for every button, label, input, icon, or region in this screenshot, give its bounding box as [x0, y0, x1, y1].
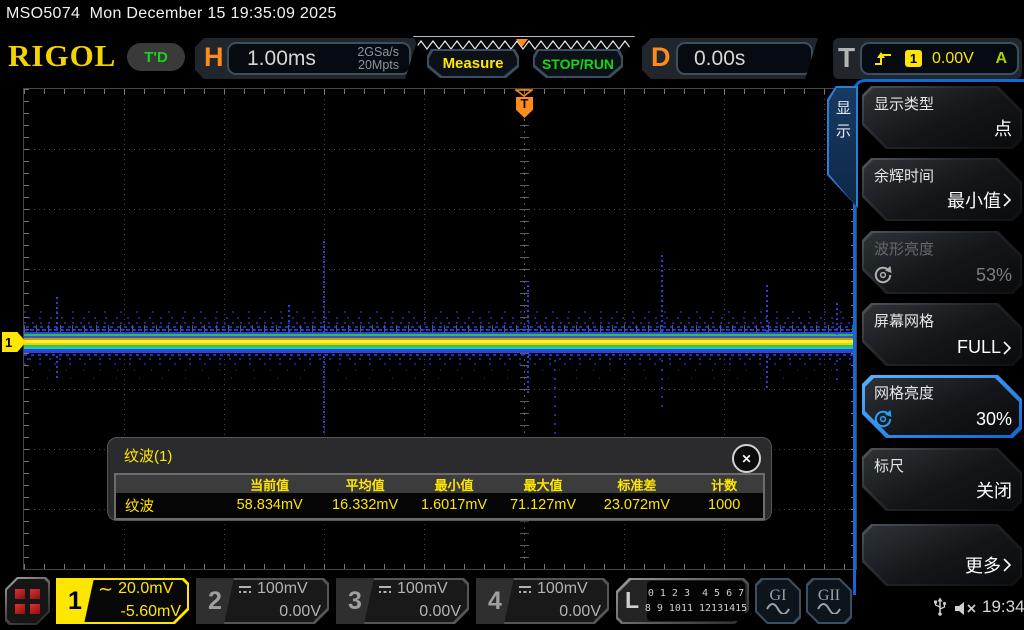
trigger-sweep-mode: A — [995, 50, 1007, 68]
close-icon[interactable]: ✕ — [732, 444, 761, 473]
measure-button[interactable]: Measure — [427, 49, 519, 78]
dc-coupling-icon — [238, 584, 252, 594]
edge-ticks — [24, 564, 856, 569]
menu-item-scale-ruler[interactable]: 标尺 关闭 — [862, 448, 1022, 511]
channel4-scale: 100mV — [537, 580, 588, 598]
clock: 19:34 — [982, 597, 1024, 617]
trigger-level-value: 0.00V — [932, 50, 974, 68]
delay-value: 0.00s — [694, 47, 745, 71]
menu-item-persistence-time[interactable]: 余辉时间 最小值 — [862, 158, 1022, 221]
quick-menu-button[interactable] — [5, 577, 50, 625]
dc-coupling-icon — [518, 584, 532, 594]
menu-item-grid-brightness[interactable]: 网格亮度 30% — [862, 375, 1022, 438]
sine-wave-icon — [766, 603, 790, 614]
trigger-label: T — [838, 42, 855, 74]
channel4-box[interactable]: 4 100mV 0.00V — [476, 578, 609, 624]
trigger-position-triangle-icon[interactable] — [515, 89, 533, 97]
gridline — [24, 389, 856, 390]
chevron-right-icon — [1002, 192, 1012, 208]
channel3-box[interactable]: 3 100mV 0.00V — [336, 578, 469, 624]
header-bar: RIGOL T'D H 1.00ms 2GSa/s 20Mpts Measure… — [0, 30, 1024, 82]
channel1-scale: 20.0mV — [118, 580, 173, 598]
delay-settings-box[interactable]: D 0.00s — [642, 38, 820, 79]
delay-label: D — [651, 42, 671, 73]
acquisition-rates: 2GSa/s 20Mpts — [357, 46, 399, 72]
channel3-scale: 100mV — [397, 580, 448, 598]
timebase-value: 1.00ms — [247, 47, 316, 71]
channel3-offset: 0.00V — [419, 603, 461, 621]
channel2-scale: 100mV — [257, 580, 308, 598]
trigger-status-badge: T'D — [127, 43, 185, 71]
menu-item-waveform-intensity[interactable]: 波形亮度 53% — [862, 231, 1022, 294]
model-and-datetime: MSO5074 Mon December 15 19:35:09 2025 — [6, 5, 337, 23]
menu-item-display-type[interactable]: 显示类型 点 — [862, 86, 1022, 149]
measurement-table: 当前值 平均值 最小值 最大值 标准差 计数 纹波 58.834mV 16.33… — [114, 473, 765, 520]
memory-depth: 20Mpts — [357, 59, 399, 72]
sine-wave-icon — [817, 603, 841, 614]
gridline — [24, 149, 856, 150]
menu-item-more[interactable]: 更多 — [862, 524, 1022, 586]
gridline — [24, 269, 856, 270]
horizontal-label: H — [204, 42, 224, 73]
chevron-right-icon — [1002, 340, 1012, 356]
logic-channels-box[interactable]: L 0 1 2 3 4 5 6 7 8 9 1011 12131415 — [616, 578, 749, 624]
speaker-muted-icon[interactable] — [954, 601, 978, 616]
trigger-box[interactable]: 1 0.00V A — [860, 42, 1019, 75]
oscilloscope-screen: MSO5074 Mon December 15 19:35:09 2025 RI… — [0, 0, 1024, 630]
chevron-right-icon — [1002, 557, 1012, 573]
logic-channel-list: 0 1 2 3 4 5 6 7 8 9 1011 12131415 — [647, 581, 745, 621]
edge-ticks — [24, 89, 856, 94]
stop-run-label: STOP/RUN — [535, 51, 621, 76]
stop-run-button[interactable]: STOP/RUN — [533, 49, 623, 78]
knob-rotate-icon — [873, 409, 893, 429]
channel4-offset: 0.00V — [559, 603, 601, 621]
measurement-table-row: 纹波 58.834mV 16.332mV 1.6017mV 71.127mV 2… — [116, 493, 763, 517]
measurement-popup: 纹波(1) ✕ 当前值 平均值 最小值 最大值 标准差 计数 纹波 58.834… — [107, 437, 772, 521]
popup-title: 纹波(1) — [124, 445, 172, 466]
grid-menu-icon — [7, 579, 48, 623]
measure-button-label: Measure — [429, 51, 517, 76]
dc-coupling-icon — [378, 584, 392, 594]
generator2-button[interactable]: GII — [806, 578, 852, 624]
knob-rotate-icon — [873, 265, 893, 285]
trigger-slope-icon — [874, 52, 892, 66]
generator1-button[interactable]: GI — [755, 578, 801, 624]
channel2-box[interactable]: 2 100mV 0.00V — [196, 578, 329, 624]
preview-trigger-position-icon — [516, 39, 528, 47]
timebase-box[interactable]: 1.00ms 2GSa/s 20Mpts — [227, 42, 411, 75]
channel1-offset: -5.60mV — [121, 603, 181, 621]
trigger-source-badge: 1 — [905, 50, 922, 67]
measurement-table-header: 当前值 平均值 最小值 最大值 标准差 计数 — [116, 475, 763, 493]
menu-tab-display[interactable]: 显示 — [827, 86, 858, 208]
usb-icon — [933, 597, 947, 617]
gridline — [24, 209, 856, 210]
rigol-logo: RIGOL — [8, 38, 116, 74]
sample-rate: 2GSa/s — [357, 46, 399, 59]
channel1-box[interactable]: 1 ∼ 20.0mV -5.60mV — [56, 578, 189, 624]
status-bar: MSO5074 Mon December 15 19:35:09 2025 — [0, 0, 1024, 30]
trigger-settings-box[interactable]: T 1 0.00V A — [833, 38, 1022, 79]
menu-item-screen-grid[interactable]: 屏幕网格 FULL — [862, 303, 1022, 366]
logic-label: L — [625, 587, 639, 614]
delay-box[interactable]: 0.00s — [676, 42, 813, 75]
channel2-offset: 0.00V — [279, 603, 321, 621]
ac-coupling-icon: ∼ — [98, 582, 113, 596]
horizontal-settings-box[interactable]: H 1.00ms 2GSa/s 20Mpts — [195, 38, 420, 79]
